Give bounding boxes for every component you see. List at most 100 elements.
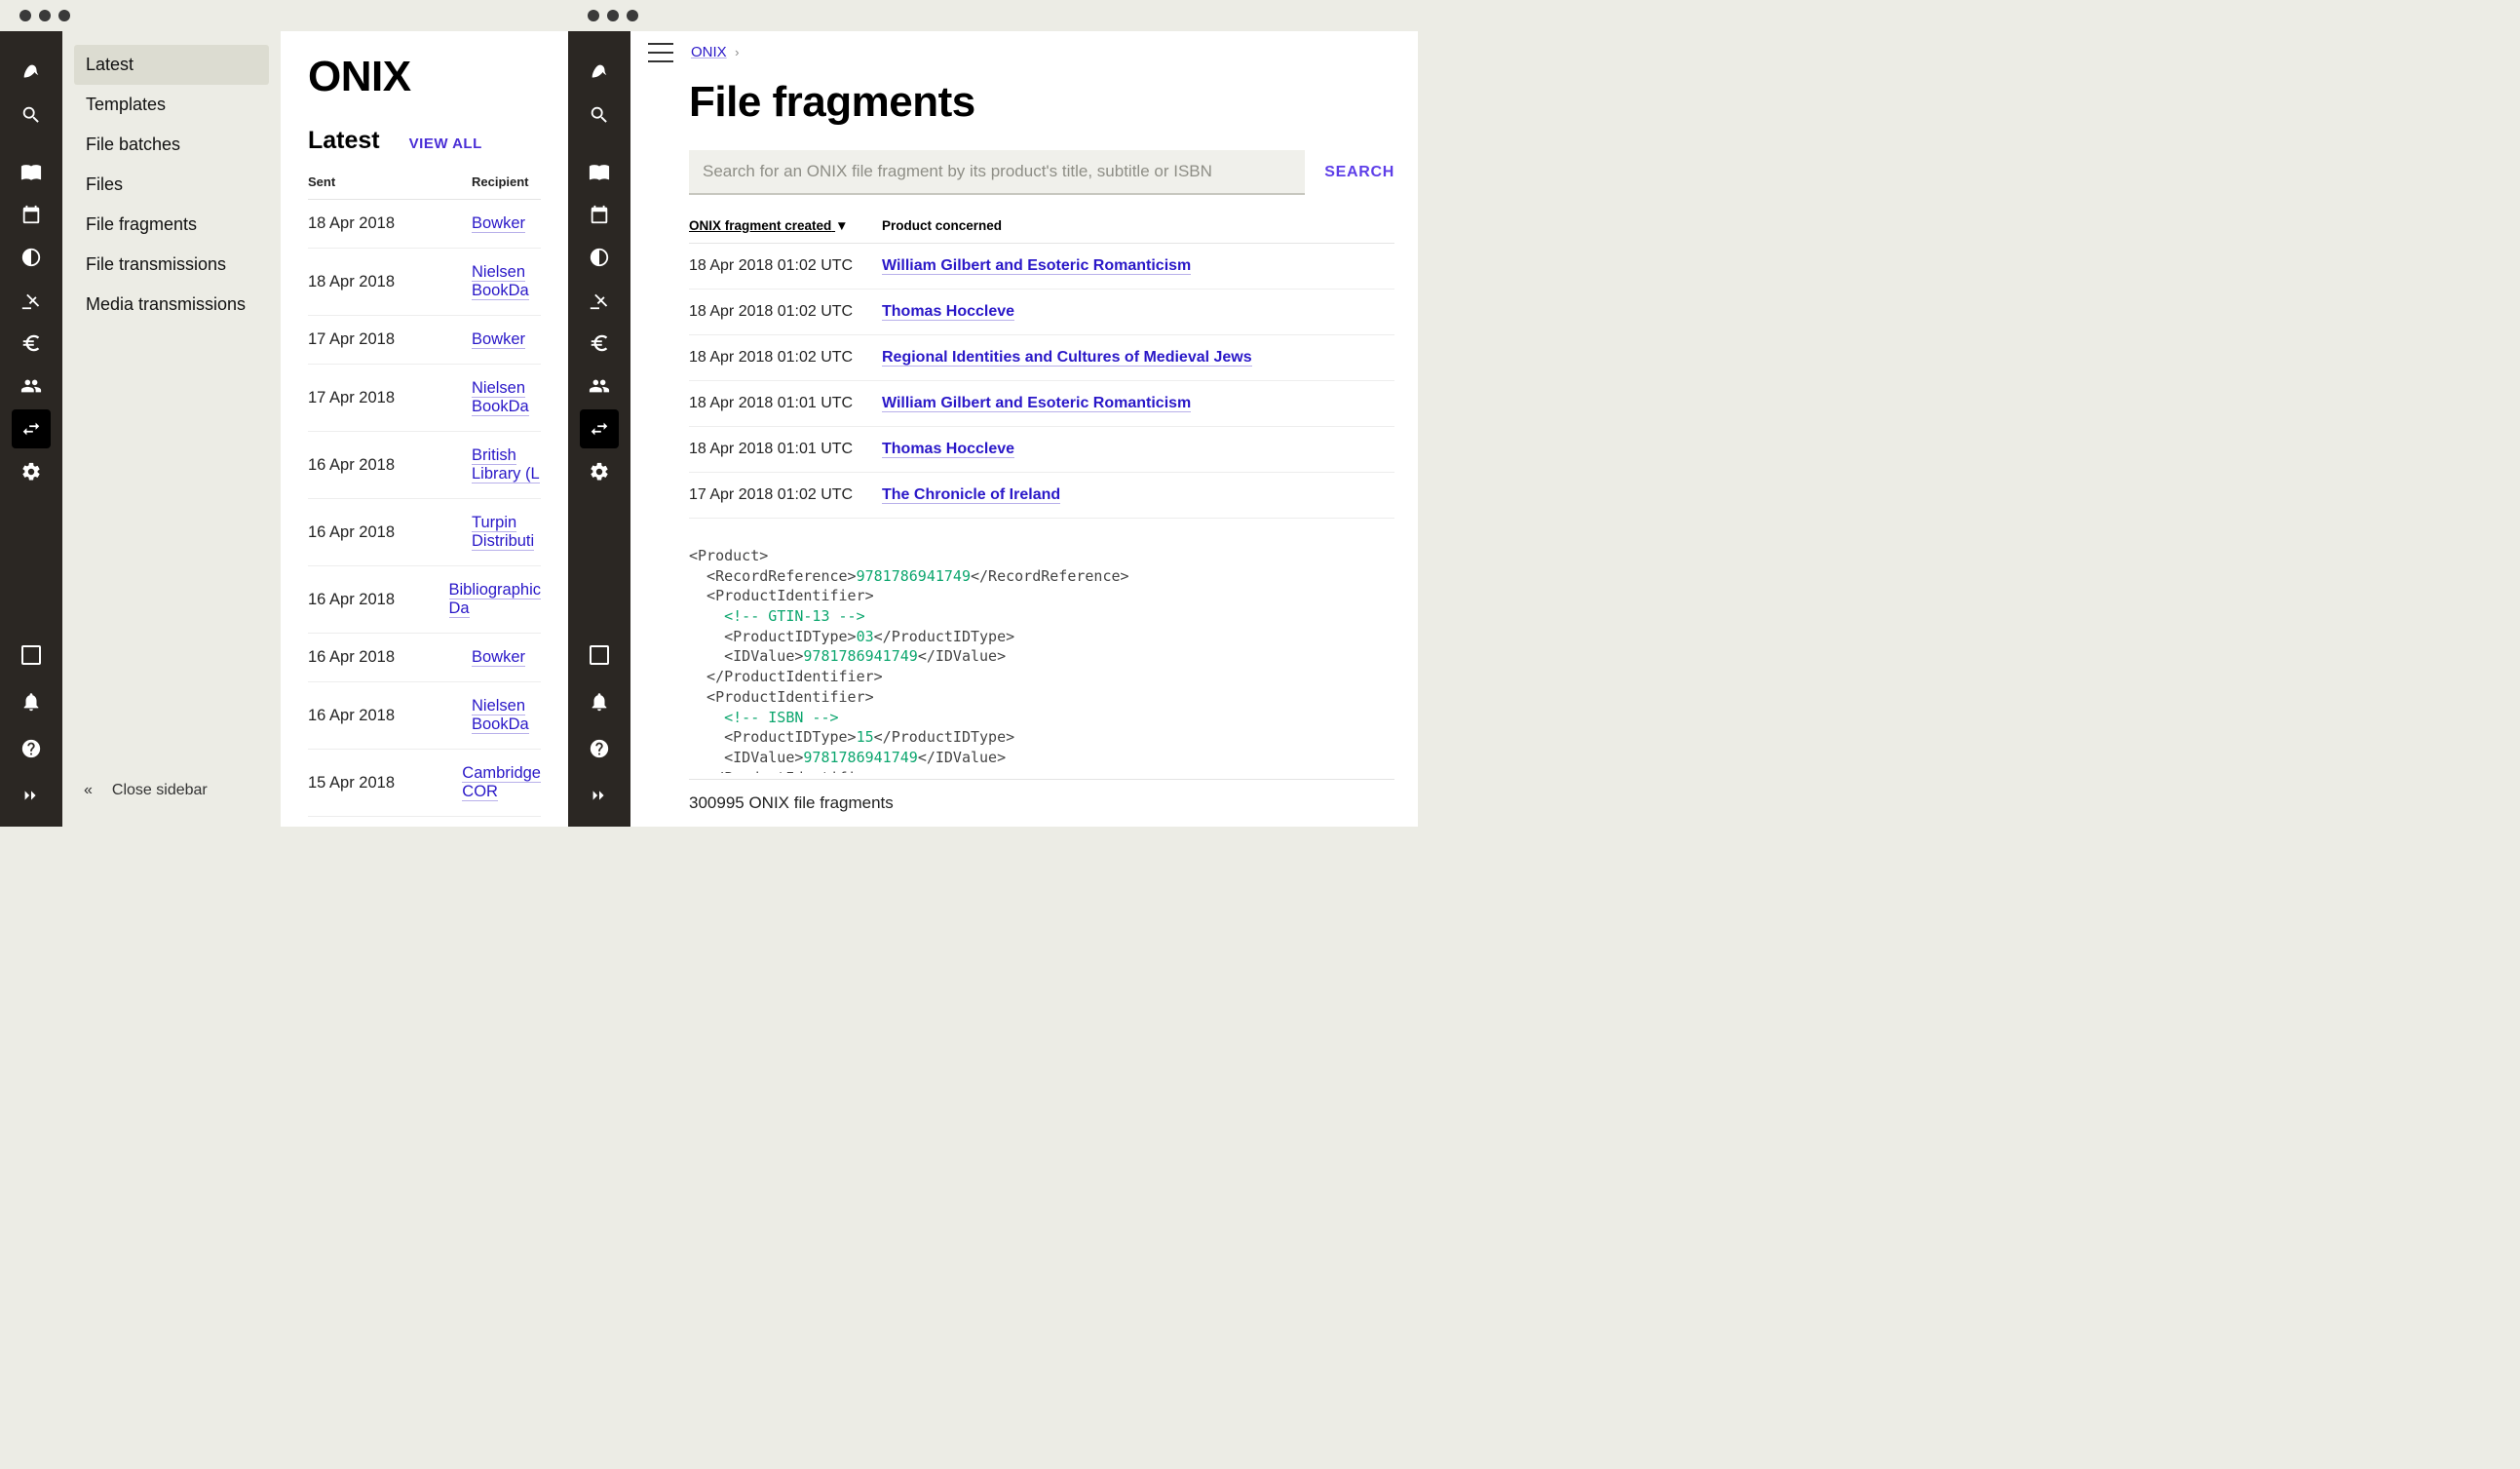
product-link[interactable]: Thomas Hoccleve <box>882 441 1014 458</box>
bird-icon[interactable] <box>12 53 51 92</box>
sidebar-item-file-fragments[interactable]: File fragments <box>74 205 269 245</box>
table-row: 16 Apr 2018 Bibliographic Da <box>308 566 541 634</box>
sidebar-item-file-batches[interactable]: File batches <box>74 125 269 165</box>
sent-date: 18 Apr 2018 <box>308 273 472 291</box>
recipient-link[interactable]: Bowker <box>472 214 525 233</box>
fragment-rows: 18 Apr 2018 01:02 UTC William Gilbert an… <box>689 244 1394 519</box>
swap-icon[interactable] <box>580 409 619 448</box>
product-link[interactable]: William Gilbert and Esoteric Romanticism <box>882 257 1191 275</box>
table-row: 18 Apr 2018 01:01 UTC William Gilbert an… <box>689 381 1394 427</box>
recipient-link[interactable]: Bowker <box>472 648 525 667</box>
created-date: 18 Apr 2018 01:02 UTC <box>689 257 882 275</box>
sidebar-item-file-transmissions[interactable]: File transmissions <box>74 245 269 285</box>
hamburger-icon[interactable] <box>648 43 673 62</box>
search-icon[interactable] <box>12 96 51 135</box>
table-row: 18 Apr 2018 01:02 UTC William Gilbert an… <box>689 244 1394 290</box>
swap-icon[interactable] <box>12 409 51 448</box>
bell-icon[interactable] <box>12 682 51 721</box>
recipient-link[interactable]: Nielsen BookDa <box>472 697 529 734</box>
people-icon[interactable] <box>580 367 619 406</box>
titlebar <box>568 0 1418 31</box>
titlebar <box>0 0 568 31</box>
gear-icon[interactable] <box>580 452 619 491</box>
recipient-link[interactable]: Nielsen BookDa <box>472 263 529 300</box>
minimize-window-dot[interactable] <box>607 10 619 21</box>
search-button[interactable]: SEARCH <box>1324 164 1394 181</box>
onix-main: ONIX Latest VIEW ALL Sent Recipient 18 A… <box>281 31 568 827</box>
recipient-link[interactable]: Turpin Distributi <box>472 514 534 551</box>
square-icon[interactable] <box>580 636 619 675</box>
table-row: 18 Apr 2018 01:02 UTC Thomas Hoccleve <box>689 290 1394 335</box>
chevron-right-icon: › <box>735 45 739 59</box>
recipient-link[interactable]: Nielsen BookDa <box>472 379 529 416</box>
sent-date: 16 Apr 2018 <box>308 707 472 725</box>
left-window: Latest Templates File batches Files File… <box>0 0 568 827</box>
zoom-window-dot[interactable] <box>627 10 638 21</box>
col-product-header: Product concerned <box>882 218 1394 233</box>
square-icon[interactable] <box>12 636 51 675</box>
product-link[interactable]: William Gilbert and Esoteric Romanticism <box>882 395 1191 412</box>
sidebar-item-files[interactable]: Files <box>74 165 269 205</box>
col-recipient-header: Recipient <box>472 174 541 189</box>
view-all-link[interactable]: VIEW ALL <box>409 135 482 152</box>
section-title-latest: Latest <box>308 127 380 155</box>
recipient-link[interactable]: British Library (L <box>472 446 540 483</box>
sent-date: 17 Apr 2018 <box>308 389 472 407</box>
table-header: ONIX fragment created ▼ Product concerne… <box>689 218 1394 244</box>
sent-date: 18 Apr 2018 <box>308 214 472 233</box>
table-row: 18 Apr 2018 Nielsen BookDa <box>308 249 541 316</box>
minimize-window-dot[interactable] <box>39 10 51 21</box>
help-icon[interactable] <box>580 729 619 768</box>
sent-date: 17 Apr 2018 <box>308 330 472 349</box>
table-row: 16 Apr 2018 Nielsen BookDa <box>308 682 541 750</box>
product-link[interactable]: Thomas Hoccleve <box>882 303 1014 321</box>
zoom-window-dot[interactable] <box>58 10 70 21</box>
nav-rail <box>568 31 630 827</box>
recipient-link[interactable]: Bowker <box>472 330 525 349</box>
euro-icon[interactable] <box>12 324 51 363</box>
right-window: ONIX › File fragments SEARCH ONIX fragme… <box>568 0 1418 827</box>
col-created-header[interactable]: ONIX fragment created <box>689 218 835 233</box>
euro-icon[interactable] <box>580 324 619 363</box>
sent-date: 16 Apr 2018 <box>308 523 472 542</box>
sent-date: 15 Apr 2018 <box>308 774 462 792</box>
auction-icon[interactable] <box>580 281 619 320</box>
table-row: 17 Apr 2018 Nielsen BookDa <box>308 365 541 432</box>
close-window-dot[interactable] <box>588 10 599 21</box>
gear-icon[interactable] <box>12 452 51 491</box>
created-date: 18 Apr 2018 01:02 UTC <box>689 303 882 321</box>
sidebar-item-media-transmissions[interactable]: Media transmissions <box>74 285 269 325</box>
bird-icon[interactable] <box>580 53 619 92</box>
auction-icon[interactable] <box>12 281 51 320</box>
expand-sidebar-icon[interactable] <box>12 776 51 815</box>
chevrons-left-icon: « <box>84 782 93 799</box>
close-sidebar-button[interactable]: « Close sidebar <box>74 768 269 813</box>
table-row: 18 Apr 2018 Bowker <box>308 200 541 249</box>
sidebar-item-templates[interactable]: Templates <box>74 85 269 125</box>
product-link[interactable]: The Chronicle of Ireland <box>882 486 1060 504</box>
recipient-link[interactable]: Cambridge COR <box>462 764 541 801</box>
contrast-icon[interactable] <box>580 238 619 277</box>
breadcrumb-onix[interactable]: ONIX <box>691 44 727 60</box>
book-icon[interactable] <box>580 152 619 191</box>
table-row: 17 Apr 2018 01:02 UTC The Chronicle of I… <box>689 473 1394 519</box>
calendar-icon[interactable] <box>12 195 51 234</box>
help-icon[interactable] <box>12 729 51 768</box>
search-icon[interactable] <box>580 96 619 135</box>
product-link[interactable]: Regional Identities and Cultures of Medi… <box>882 349 1252 367</box>
book-icon[interactable] <box>12 152 51 191</box>
contrast-icon[interactable] <box>12 238 51 277</box>
close-window-dot[interactable] <box>19 10 31 21</box>
sidebar-item-latest[interactable]: Latest <box>74 45 269 85</box>
result-count: 300995 ONIX file fragments <box>689 779 1394 827</box>
sent-date: 16 Apr 2018 <box>308 591 449 609</box>
people-icon[interactable] <box>12 367 51 406</box>
search-input[interactable] <box>689 150 1305 195</box>
table-row: 16 Apr 2018 Bowker <box>308 634 541 682</box>
col-sent-header: Sent <box>308 174 472 189</box>
calendar-icon[interactable] <box>580 195 619 234</box>
recipient-link[interactable]: Bibliographic Da <box>449 581 541 618</box>
bell-icon[interactable] <box>580 682 619 721</box>
expand-sidebar-icon[interactable] <box>580 776 619 815</box>
xml-preview: <Product> <RecordReference>9781786941749… <box>689 546 1394 773</box>
